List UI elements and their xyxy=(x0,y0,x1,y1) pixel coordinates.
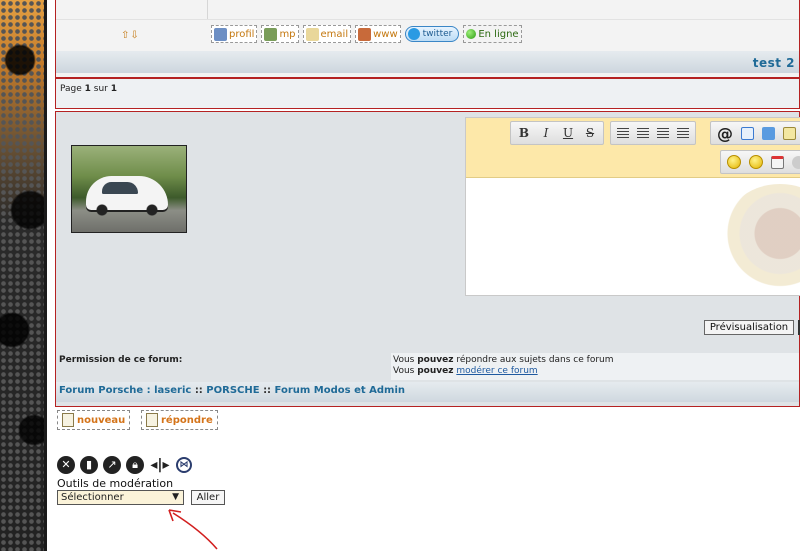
email-icon xyxy=(305,27,319,41)
quote-icon[interactable] xyxy=(741,126,754,140)
document-icon[interactable] xyxy=(783,126,796,140)
www-button[interactable]: www xyxy=(355,25,401,43)
bold-button[interactable]: B xyxy=(517,126,531,140)
laughing-icon[interactable] xyxy=(749,155,763,169)
www-button-label: www xyxy=(373,28,398,40)
page-content: ⇧⇩ profil mp email www twitter En ligne … xyxy=(55,0,800,551)
insert-group: @ xyxy=(710,121,800,145)
breadcrumb-separator: :: xyxy=(263,385,272,396)
online-dot-icon xyxy=(466,29,477,39)
total-pages: 1 xyxy=(110,84,118,94)
message-textarea[interactable] xyxy=(466,178,800,295)
format-group: B I U S xyxy=(510,121,604,145)
align-left-icon[interactable] xyxy=(617,128,629,138)
align-center-icon[interactable] xyxy=(637,128,649,138)
quick-reply-panel: B I U S @ Prévisualisation Permission de… xyxy=(55,111,800,407)
profile-button[interactable]: profil xyxy=(211,25,258,43)
twitter-button[interactable]: twitter xyxy=(404,26,460,42)
permissions-row: Permission de ce forum: Vous pouvez répo… xyxy=(56,353,799,380)
lock-icon[interactable]: 🔒︎ xyxy=(126,456,144,474)
permission-line-1: Vous pouvez répondre aux sujets dans ce … xyxy=(393,355,797,366)
pm-button-label: mp xyxy=(279,28,296,40)
permissions-text: Vous pouvez répondre aux sujets dans ce … xyxy=(391,353,799,380)
moderate-forum-link[interactable]: modérer ce forum xyxy=(456,366,537,376)
permission-line-2: Vous pouvez modérer ce forum xyxy=(393,366,797,377)
delete-icon[interactable]: ✕ xyxy=(57,456,75,474)
twitter-bird-icon xyxy=(407,28,420,40)
message-editor: B I U S @ xyxy=(465,117,800,296)
new-topic-button[interactable]: nouveau xyxy=(57,410,131,430)
breadcrumb: Forum Porsche : laseric :: PORSCHE :: Fo… xyxy=(56,382,799,402)
pm-icon xyxy=(264,27,278,41)
split-icon[interactable]: ◂|▸ xyxy=(149,456,171,474)
perm1-bold: pouvez xyxy=(417,355,454,365)
scroll-arrows-icon[interactable]: ⇧⇩ xyxy=(121,30,140,41)
new-topic-icon xyxy=(62,413,74,427)
smiley-icon[interactable] xyxy=(727,155,741,169)
preview-button[interactable]: Prévisualisation xyxy=(704,320,794,335)
emoji-group xyxy=(720,150,800,174)
column-divider xyxy=(207,0,208,19)
post-footer-panel: ⇧⇩ profil mp email www twitter En ligne … xyxy=(55,0,800,78)
italic-button[interactable]: I xyxy=(539,126,553,140)
pm-button[interactable]: mp xyxy=(261,25,299,43)
perm1-suffix: répondre aux sujets dans ce forum xyxy=(453,355,614,365)
online-label: En ligne xyxy=(478,28,519,40)
code-icon[interactable] xyxy=(762,126,775,140)
profile-icon xyxy=(214,27,227,41)
reply-button[interactable]: répondre xyxy=(141,410,218,430)
row-divider xyxy=(56,19,799,20)
pagination-middle: sur xyxy=(90,84,111,94)
calendar-icon[interactable] xyxy=(771,155,784,169)
underline-button[interactable]: U xyxy=(561,126,575,140)
move-icon[interactable]: ↗ xyxy=(103,456,121,474)
breadcrumb-separator: :: xyxy=(194,385,203,396)
align-right-icon[interactable] xyxy=(657,128,669,138)
red-annotation-arrow-icon xyxy=(168,509,218,550)
post-title[interactable]: test 2 xyxy=(753,56,795,70)
more-icon[interactable] xyxy=(792,155,800,169)
editor-toolbar: B I U S @ xyxy=(466,118,800,178)
moderation-icons: ✕ ▮ ↗ 🔒︎ ◂|▸ ⋈ xyxy=(57,456,192,474)
merge-icon[interactable]: ⋈ xyxy=(176,457,192,473)
porsche-car-image xyxy=(86,176,168,216)
trash-icon[interactable]: ▮ xyxy=(80,456,98,474)
moderation-select-value: Sélectionner xyxy=(61,492,124,503)
moderation-tools-title: Outils de modération xyxy=(57,477,174,490)
go-button[interactable]: Aller xyxy=(191,490,225,505)
moderation-select[interactable]: Sélectionner ▼ xyxy=(57,490,184,505)
breadcrumb-category[interactable]: PORSCHE xyxy=(206,385,259,396)
align-group xyxy=(610,121,696,145)
twitter-label: twitter xyxy=(422,29,453,39)
breadcrumb-subforum[interactable]: Forum Modos et Admin xyxy=(275,385,405,396)
dropdown-caret-icon: ▼ xyxy=(172,492,179,502)
email-button-label: email xyxy=(320,28,349,40)
online-status: En ligne xyxy=(463,25,522,43)
profile-button-label: profil xyxy=(229,28,255,40)
website-icon xyxy=(358,27,372,41)
reply-label: répondre xyxy=(161,414,213,426)
decorative-side-strip xyxy=(0,0,47,551)
breadcrumb-forum-home[interactable]: Forum Porsche : laseric xyxy=(59,385,191,396)
reply-icon xyxy=(146,413,158,427)
user-avatar-image xyxy=(71,145,187,233)
perm1-prefix: Vous xyxy=(393,355,418,365)
post-title-bar: test 2 xyxy=(56,51,799,73)
pagination-text: Page 1 sur 1 xyxy=(60,84,117,94)
mention-button[interactable]: @ xyxy=(717,124,733,143)
strike-button[interactable]: S xyxy=(583,126,597,140)
background-watermark xyxy=(720,184,800,294)
pagination-prefix: Page xyxy=(60,84,85,94)
permissions-label: Permission de ce forum: xyxy=(59,355,183,365)
perm2-bold: pouvez xyxy=(417,366,454,376)
align-justify-icon[interactable] xyxy=(677,128,689,138)
profile-buttons: profil mp email www twitter En ligne xyxy=(211,25,522,43)
perm2-prefix: Vous xyxy=(393,366,418,376)
new-topic-label: nouveau xyxy=(77,414,126,426)
pagination-panel: Page 1 sur 1 xyxy=(55,78,800,109)
email-button[interactable]: email xyxy=(302,25,352,43)
